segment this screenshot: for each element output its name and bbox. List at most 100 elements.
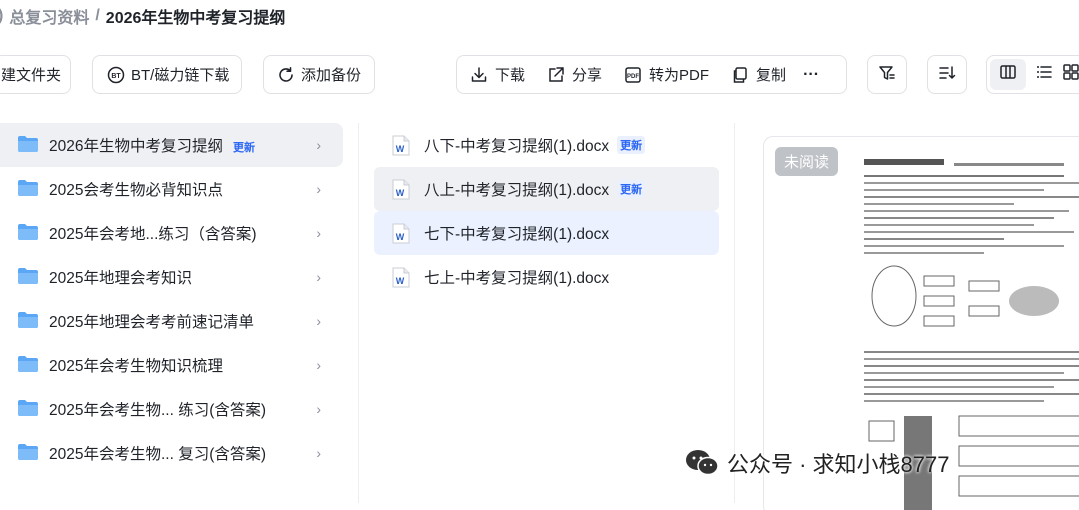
file-name: 八下-中考复习提纲(1).docx	[424, 138, 610, 155]
chevron-right-icon: ›	[316, 445, 321, 461]
column-divider	[358, 123, 359, 503]
folder-icon	[18, 268, 38, 284]
copy-icon	[731, 66, 749, 84]
folder-list: 2026年生物中考复习提纲 更新 › 2025会考生物必背知识点 › 2025年会…	[0, 123, 343, 475]
file-item[interactable]: W 七上-中考复习提纲(1).docx	[374, 255, 719, 299]
watermark-text: 公众号 · 求知小栈8777	[727, 452, 950, 477]
file-item[interactable]: W 八上-中考复习提纲(1).docx 更新	[374, 167, 719, 211]
folder-item[interactable]: 2025年地理会考考前速记清单 ›	[0, 299, 343, 343]
grid-view-icon	[1062, 63, 1079, 86]
chevron-right-icon: ›	[316, 181, 321, 197]
folder-icon	[18, 224, 38, 240]
breadcrumb-separator: /	[95, 7, 100, 24]
updated-badge: 更新	[617, 136, 646, 154]
svg-text:BT: BT	[111, 73, 121, 80]
folder-name: 2025年地理会考知识	[49, 270, 192, 287]
svg-text:W: W	[396, 188, 405, 198]
more-icon[interactable]: ···	[797, 56, 830, 93]
folder-icon	[18, 180, 38, 196]
download-label: 下载	[495, 67, 526, 84]
download-icon	[470, 66, 488, 84]
svg-text:W: W	[396, 232, 405, 242]
breadcrumb-parent[interactable]: 总复习资料	[9, 4, 89, 28]
unread-badge: 未阅读	[775, 147, 839, 176]
chevron-right-icon: ›	[316, 401, 321, 417]
folder-icon	[18, 136, 38, 152]
svg-text:PDF: PDF	[627, 74, 639, 80]
filter-icon	[878, 64, 896, 86]
refresh-icon	[277, 66, 295, 84]
file-item[interactable]: W 七下-中考复习提纲(1).docx	[374, 211, 719, 255]
folder-item[interactable]: 2025年会考生物... 复习(含答案) ›	[0, 431, 343, 475]
chevron-right-icon: ›	[316, 269, 321, 285]
view-mode-group	[986, 55, 1079, 94]
file-name-row: 八下-中考复习提纲(1).docx 更新	[424, 134, 646, 156]
download-button[interactable]: 下载	[457, 56, 536, 93]
add-backup-label: 添加备份	[301, 67, 362, 84]
sort-icon	[938, 64, 956, 86]
folder-item[interactable]: 2025年会考生物知识梳理 ›	[0, 343, 343, 387]
share-button[interactable]: 分享	[536, 56, 613, 93]
pdf-icon: PDF	[624, 66, 642, 84]
chevron-right-icon: ›	[316, 357, 321, 373]
folder-icon	[18, 444, 38, 460]
folder-item[interactable]: 2025年会考地...练习（含答案) ›	[0, 211, 343, 255]
word-doc-icon: W	[392, 223, 410, 244]
breadcrumb: ) 总复习资料 / 2026年生物中考复习提纲	[0, 4, 285, 28]
updated-badge: 更新	[617, 180, 646, 198]
updated-badge: 更新	[232, 142, 255, 154]
share-icon	[547, 66, 565, 84]
column-view-button[interactable]	[990, 59, 1026, 90]
new-folder-button[interactable]: 建文件夹	[0, 55, 71, 94]
breadcrumb-current: 2026年生物中考复习提纲	[105, 10, 286, 27]
folder-name: 2025年会考生物... 复习(含答案)	[49, 446, 267, 463]
copy-label: 复制	[756, 67, 787, 84]
folder-icon	[18, 312, 38, 328]
folder-item[interactable]: 2025会考生物必背知识点 ›	[0, 167, 343, 211]
folder-icon	[18, 400, 38, 416]
word-doc-icon: W	[392, 135, 410, 156]
svg-text:W: W	[396, 144, 405, 154]
add-backup-button[interactable]: 添加备份	[263, 55, 375, 94]
folder-name: 2025年地理会考考前速记清单	[49, 314, 254, 331]
svg-text:W: W	[396, 276, 405, 286]
file-name-row: 八上-中考复习提纲(1).docx 更新	[424, 178, 646, 200]
folder-name: 2025年会考生物知识梳理	[49, 358, 223, 375]
breadcrumb-prev-fragment[interactable]: )	[0, 7, 3, 25]
folder-item[interactable]: 2025年地理会考知识 ›	[0, 255, 343, 299]
convert-pdf-label: 转为PDF	[649, 67, 710, 84]
list-view-button[interactable]	[1026, 59, 1062, 90]
folder-name: 2025年会考生物... 练习(含答案)	[49, 402, 267, 419]
file-item[interactable]: W 八下-中考复习提纲(1).docx 更新	[374, 123, 719, 167]
chevron-right-icon: ›	[316, 313, 321, 329]
word-doc-icon: W	[392, 179, 410, 200]
folder-item[interactable]: 2026年生物中考复习提纲 更新 ›	[0, 123, 343, 167]
chevron-right-icon: ›	[316, 137, 321, 153]
copy-button[interactable]: 复制	[720, 56, 797, 93]
folder-item[interactable]: 2025年会考生物... 练习(含答案) ›	[0, 387, 343, 431]
folder-name: 2026年生物中考复习提纲	[49, 138, 223, 155]
folder-name: 2025会考生物必背知识点	[49, 182, 223, 199]
filter-button[interactable]	[867, 55, 907, 94]
wechat-icon	[686, 450, 719, 476]
new-folder-label: 建文件夹	[1, 67, 62, 84]
chevron-right-icon: ›	[316, 225, 321, 241]
file-list: W 八下-中考复习提纲(1).docx 更新 W 八上-中考复习提纲(1).doc…	[374, 123, 719, 299]
folder-icon	[18, 356, 38, 372]
grid-view-button[interactable]	[1062, 59, 1079, 90]
convert-pdf-button[interactable]: PDF 转为PDF	[613, 56, 720, 93]
sort-button[interactable]	[927, 55, 967, 94]
file-name: 七下-中考复习提纲(1).docx	[424, 226, 610, 243]
file-actions-group: 下载 分享 PDF 转为PDF 复制 ···	[456, 55, 847, 94]
folder-name: 2025年会考地...练习（含答案)	[49, 226, 257, 243]
bt-icon: BT	[107, 66, 125, 84]
share-label: 分享	[572, 67, 603, 84]
column-divider	[734, 123, 735, 503]
word-doc-icon: W	[392, 267, 410, 288]
bt-download-label: BT/磁力链下载	[131, 67, 230, 84]
folder-name-row: 2026年生物中考复习提纲 更新	[49, 134, 255, 156]
column-view-icon	[999, 63, 1017, 86]
file-name: 八上-中考复习提纲(1).docx	[424, 182, 610, 199]
watermark: 公众号 · 求知小栈8777	[685, 447, 950, 479]
bt-download-button[interactable]: BT BT/磁力链下载	[92, 55, 242, 94]
